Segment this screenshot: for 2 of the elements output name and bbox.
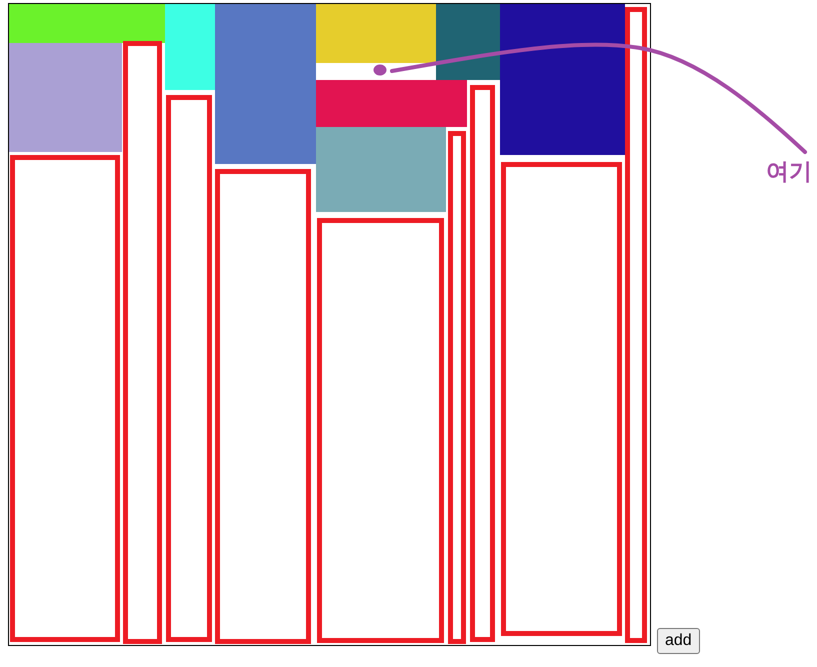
add-button[interactable]: add bbox=[657, 628, 700, 654]
annotation-label: 여기 bbox=[766, 158, 812, 187]
